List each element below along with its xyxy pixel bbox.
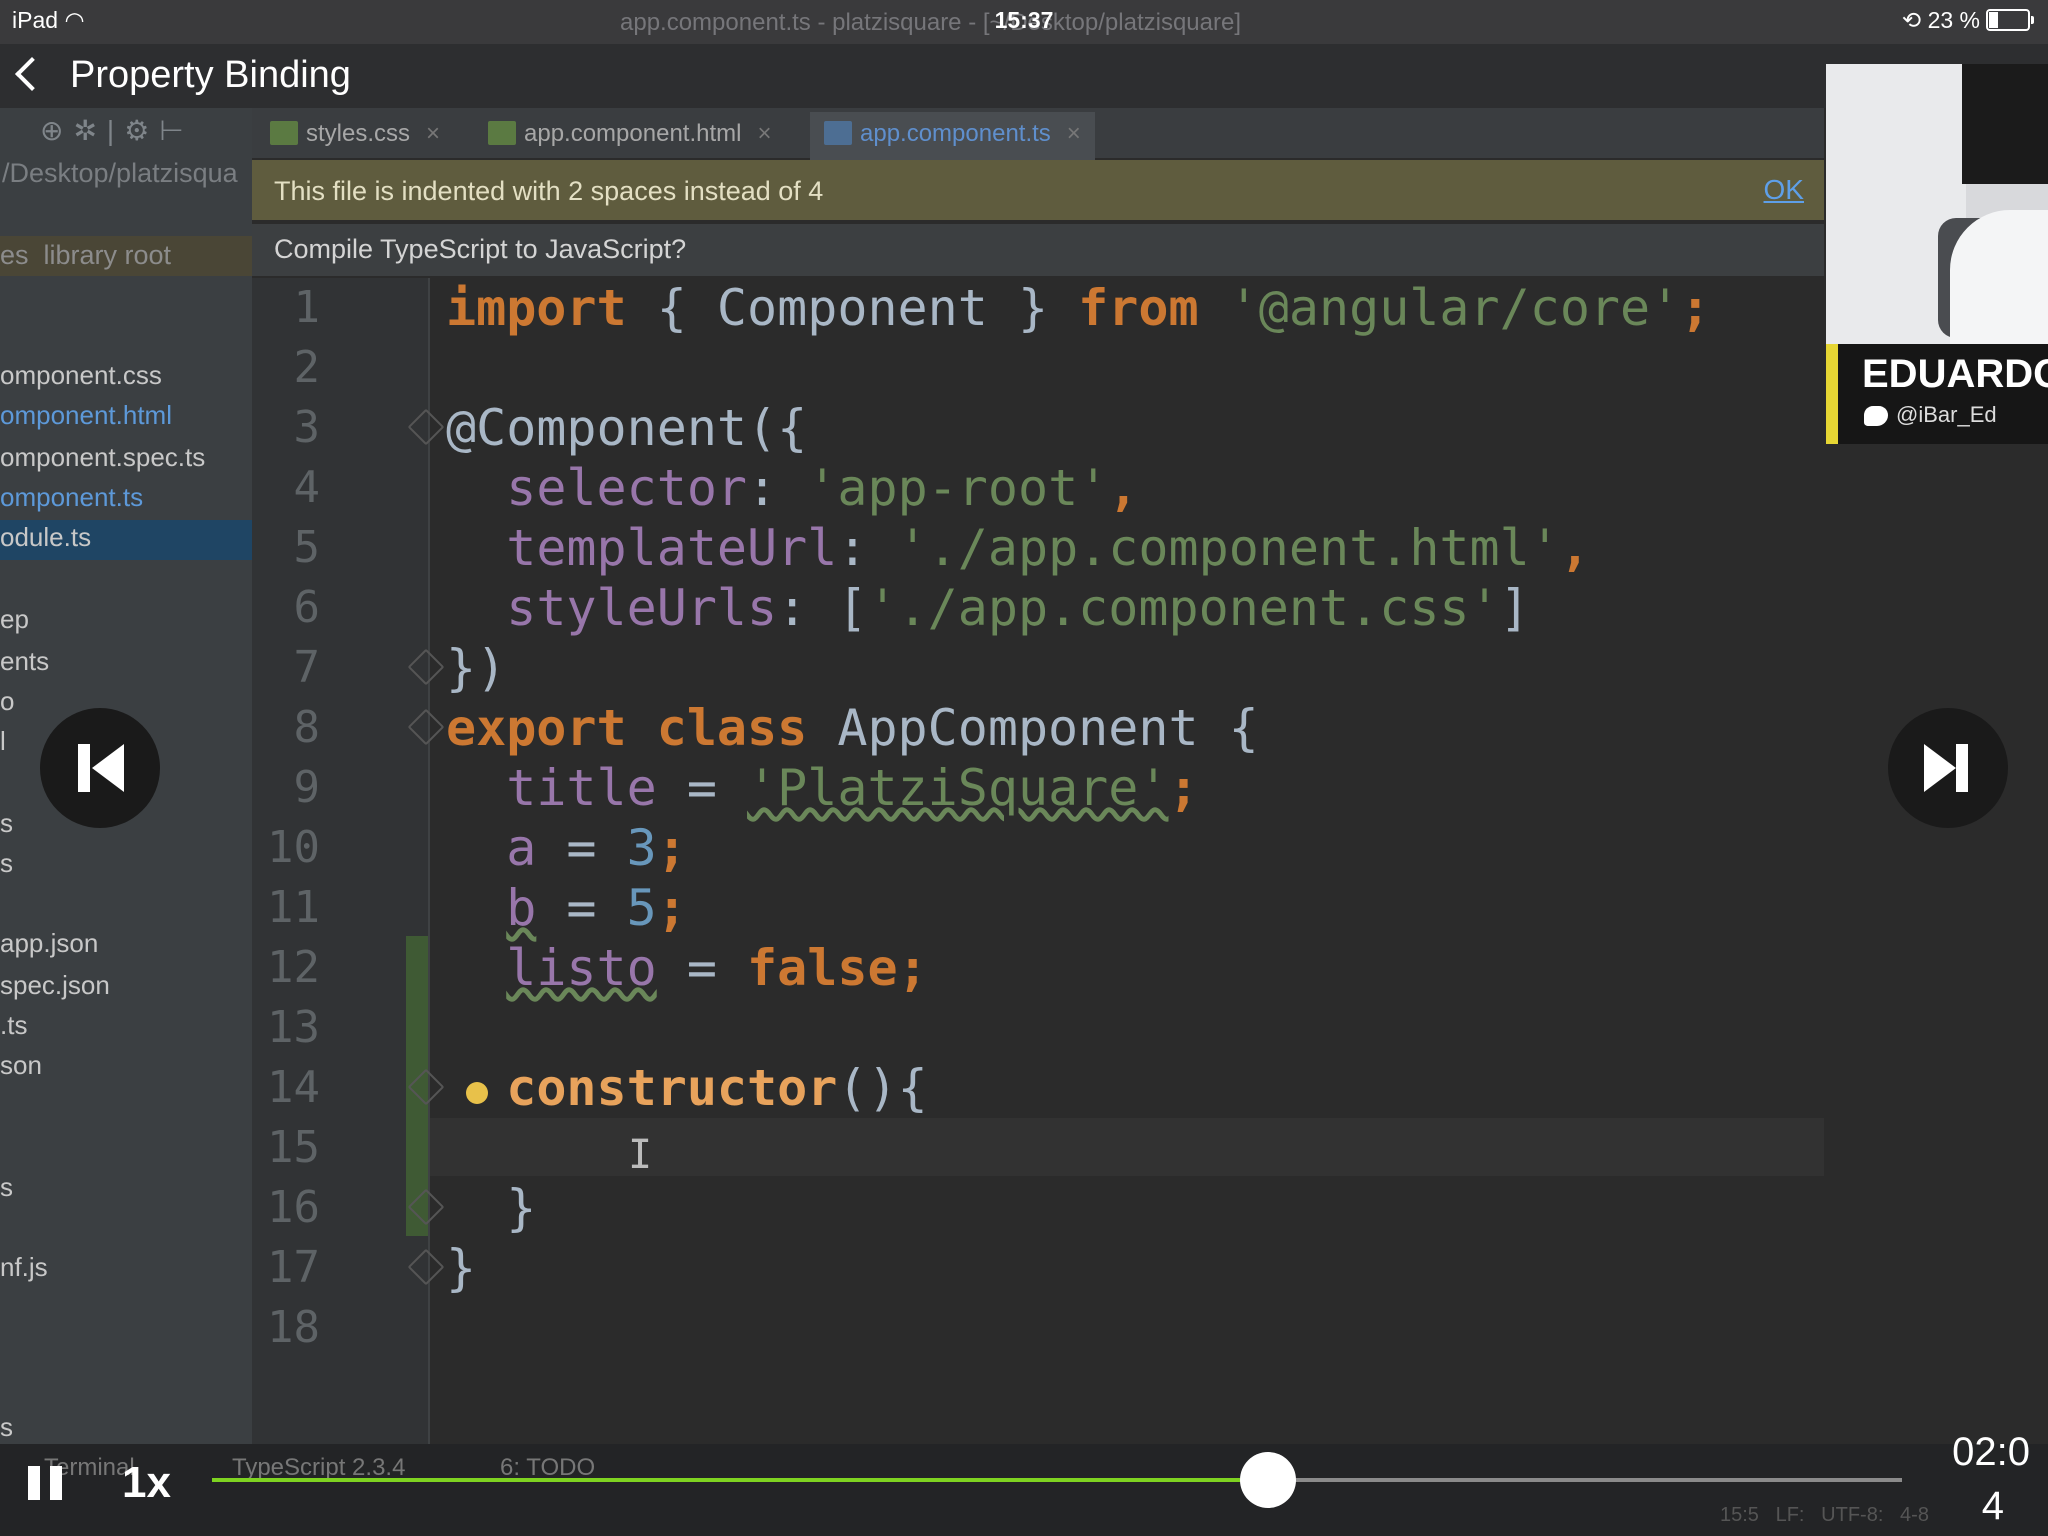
code-line-7: }) bbox=[446, 639, 507, 697]
css-file-icon bbox=[270, 121, 298, 145]
tree-item[interactable]: ents bbox=[0, 646, 49, 677]
sidebar-path: /Desktop/platzisqua bbox=[2, 158, 238, 188]
status-bar: iPad ◠ app.component.ts - platzisquare -… bbox=[0, 0, 2048, 44]
webcam-background bbox=[1962, 64, 2048, 184]
compile-prompt-banner: Compile TypeScript to JavaScript? bbox=[252, 224, 1824, 276]
tab-styles-css[interactable]: styles.css × bbox=[270, 112, 440, 164]
code-line-10: a = 3; bbox=[506, 819, 687, 877]
code-line-4: selector: 'app-root', bbox=[506, 459, 1139, 517]
line-number: 10 bbox=[267, 822, 320, 873]
tree-item[interactable]: omponent.spec.ts bbox=[0, 442, 205, 473]
skip-back-icon bbox=[78, 744, 90, 792]
line-number: 11 bbox=[267, 882, 320, 933]
tree-item[interactable]: o bbox=[0, 686, 14, 717]
line-number: 15 bbox=[267, 1122, 320, 1173]
tree-item[interactable]: s bbox=[0, 848, 13, 879]
rotation-lock-icon: ⟲ bbox=[1901, 7, 1922, 33]
line-number: 1 bbox=[293, 282, 321, 333]
tree-item[interactable]: l bbox=[0, 726, 6, 757]
lesson-title: Property Binding bbox=[70, 54, 351, 96]
code-line-8: export class AppComponent { bbox=[446, 699, 1259, 757]
ts-file-icon bbox=[824, 121, 852, 145]
skip-forward-icon-bar bbox=[1956, 744, 1968, 792]
text-cursor-icon: I bbox=[628, 1132, 653, 1178]
lightbulb-icon[interactable] bbox=[466, 1082, 488, 1104]
line-number: 18 bbox=[267, 1302, 320, 1353]
playback-speed-button[interactable]: 1x bbox=[122, 1458, 171, 1508]
tree-item[interactable]: s bbox=[0, 808, 13, 839]
battery-icon bbox=[1986, 9, 2034, 31]
previous-button[interactable] bbox=[40, 708, 160, 828]
instructor-name: EDUARDO IBA bbox=[1862, 352, 2048, 396]
line-number: 6 bbox=[293, 582, 321, 633]
tree-item[interactable]: .ts bbox=[0, 1010, 27, 1041]
twitter-icon bbox=[1864, 406, 1888, 426]
tree-item[interactable]: omponent.html bbox=[0, 400, 172, 431]
code-line-17: } bbox=[446, 1239, 477, 1297]
line-number: 13 bbox=[267, 1002, 320, 1053]
code-line-6: styleUrls: ['./app.component.css'] bbox=[506, 579, 1530, 637]
code-line-16: } bbox=[506, 1179, 537, 1237]
close-icon[interactable]: × bbox=[1067, 120, 1081, 147]
line-number: 2 bbox=[293, 342, 321, 393]
tree-item[interactable]: omponent.ts bbox=[0, 482, 143, 513]
tree-item[interactable]: s bbox=[0, 1412, 13, 1443]
tree-item[interactable]: spec.json bbox=[0, 970, 110, 1001]
close-icon[interactable]: × bbox=[426, 120, 440, 147]
progress-scrubber[interactable] bbox=[1240, 1452, 1297, 1508]
code-line-9: title = 'PlatziSquare'; bbox=[506, 759, 1199, 817]
tree-item[interactable]: omponent.css bbox=[0, 360, 162, 391]
line-number: 8 bbox=[293, 702, 321, 753]
line-number: 14 bbox=[267, 1062, 320, 1113]
status-battery: ⟲ 23 % bbox=[1901, 7, 2034, 34]
progress-played bbox=[212, 1478, 1269, 1482]
webcam-person bbox=[1950, 210, 2048, 344]
tree-item[interactable]: son bbox=[0, 1050, 42, 1081]
code-line-1: import { Component } from '@angular/core… bbox=[446, 279, 1711, 337]
code-line-3: @Component({ bbox=[446, 399, 808, 457]
code-line-14: constructor(){ bbox=[506, 1059, 928, 1117]
tree-item[interactable]: nf.js bbox=[0, 1252, 48, 1283]
tree-item[interactable]: s bbox=[0, 1172, 13, 1203]
tree-item[interactable]: app.json bbox=[0, 928, 98, 959]
tab-app-component-html[interactable]: app.component.html × bbox=[488, 112, 771, 164]
library-root-label: es library root bbox=[0, 240, 172, 270]
tab-app-component-ts[interactable]: app.component.ts × bbox=[810, 112, 1095, 164]
ide-status-info: 15:5 LF: UTF-8: 4-8 bbox=[1720, 1504, 1929, 1526]
html-file-icon bbox=[488, 121, 516, 145]
elapsed-time-overflow: 4 bbox=[1981, 1484, 2004, 1528]
pause-button[interactable] bbox=[28, 1466, 66, 1500]
code-line-12: listo = false; bbox=[506, 939, 928, 997]
code-line-5: templateUrl: './app.component.html', bbox=[506, 519, 1590, 577]
ok-link[interactable]: OK bbox=[1764, 174, 1804, 206]
line-number: 7 bbox=[293, 642, 321, 693]
sidebar-toolbar-icons: ⊕✲|⚙⊢ bbox=[40, 115, 194, 146]
elapsed-time: 02:0 bbox=[1952, 1430, 2030, 1474]
back-button[interactable] bbox=[14, 58, 44, 94]
code-line-11: b = 5; bbox=[506, 879, 687, 937]
next-button[interactable] bbox=[1888, 708, 2008, 828]
line-number: 3 bbox=[293, 402, 321, 453]
line-number: 4 bbox=[293, 462, 321, 513]
line-number: 17 bbox=[267, 1242, 320, 1293]
line-number: 5 bbox=[293, 522, 321, 573]
close-icon[interactable]: × bbox=[757, 120, 771, 147]
compile-prompt-text: Compile TypeScript to JavaScript? bbox=[274, 234, 687, 264]
indent-notice-text: This file is indented with 2 spaces inst… bbox=[274, 176, 824, 206]
status-time: 15:37 bbox=[994, 7, 1054, 33]
instructor-handle: @iBar_Ed bbox=[1864, 402, 1997, 428]
indent-notice-banner: This file is indented with 2 spaces inst… bbox=[252, 160, 1824, 220]
line-number: 9 bbox=[293, 762, 321, 813]
tree-item[interactable]: odule.ts bbox=[0, 522, 91, 553]
skip-forward-icon bbox=[1924, 744, 1956, 792]
tree-item[interactable]: ep bbox=[0, 604, 29, 635]
line-number: 16 bbox=[267, 1182, 320, 1233]
skip-back-icon-triangle bbox=[92, 744, 124, 792]
line-number: 12 bbox=[267, 942, 320, 993]
